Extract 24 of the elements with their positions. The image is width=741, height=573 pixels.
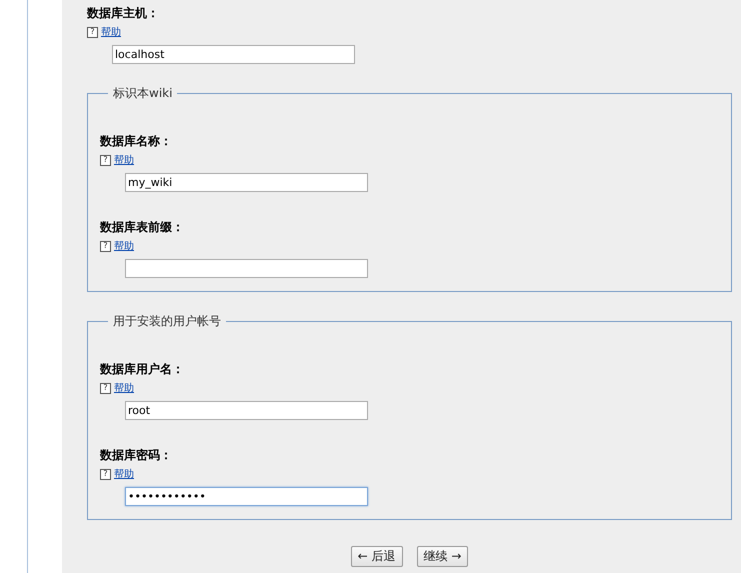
help-icon: ? (100, 154, 111, 166)
help-link[interactable]: 帮助 (101, 24, 121, 40)
text-field[interactable]: root (125, 401, 368, 420)
help-link[interactable]: 帮助 (114, 380, 134, 396)
text-field[interactable] (125, 259, 368, 278)
help-icon: ? (87, 26, 98, 38)
help-link[interactable]: 帮助 (114, 238, 134, 254)
help-icon: ? (100, 468, 111, 480)
field-label: 数据库密码： (100, 447, 173, 463)
field-label: 数据库表前缀： (100, 219, 185, 235)
help-link[interactable]: 帮助 (114, 466, 134, 482)
help-icon: ? (100, 240, 111, 252)
fieldset-legend: 标识本wiki (108, 87, 178, 99)
text-field[interactable]: my_wiki (125, 173, 368, 192)
field-label: 数据库主机： (87, 5, 160, 21)
text-field[interactable]: localhost (112, 45, 355, 64)
text-field[interactable]: •••••••••••• (125, 487, 368, 506)
field-label: 数据库名称： (100, 133, 173, 149)
fieldset-legend: 用于安装的用户帐号 (108, 315, 226, 327)
continue-button[interactable]: 继续 → (416, 546, 468, 567)
field-label: 数据库用户名： (100, 361, 185, 377)
help-icon: ? (100, 382, 111, 394)
back-button[interactable]: ← 后退 (350, 546, 402, 567)
help-link[interactable]: 帮助 (114, 152, 134, 168)
